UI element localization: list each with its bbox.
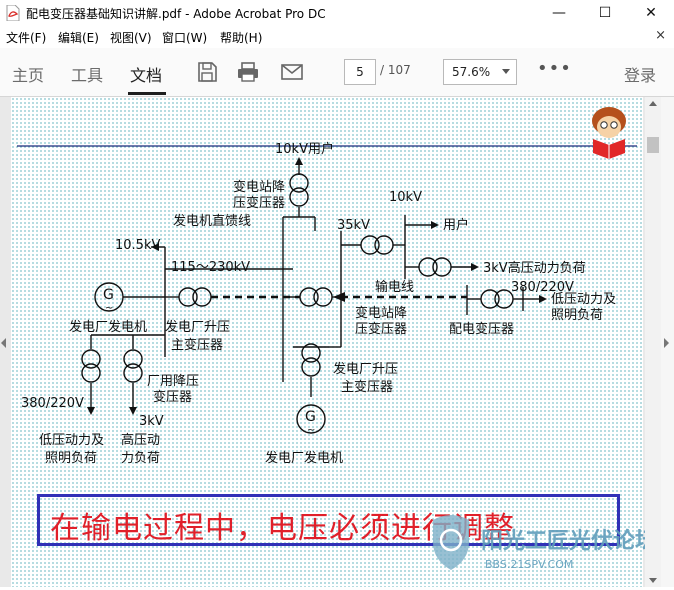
generator-label: G <box>103 287 114 303</box>
label-user: 用户 <box>443 217 469 233</box>
label-station-mid-2: 压变压器 <box>355 321 407 337</box>
zoom-select[interactable]: 57.6% <box>443 59 517 85</box>
label-10kv-user: 10kV用户 <box>275 141 334 157</box>
right-panel-toggle-icon[interactable] <box>664 338 669 348</box>
arrowhead <box>333 292 345 302</box>
sign-in-button[interactable]: 登录 <box>624 62 656 86</box>
reader-mascot-icon <box>592 107 626 159</box>
label-lv-load-right-2: 照明负荷 <box>551 308 603 323</box>
label-10-5kv: 10.5kV <box>115 238 160 253</box>
tab-home[interactable]: 主页 <box>12 62 44 86</box>
label-station-mid: 变电站降 <box>355 305 407 321</box>
label-3kv: 3kV <box>139 414 164 429</box>
label-hv-load-left-2: 力负荷 <box>121 451 160 466</box>
label-station: 变电站降 <box>233 179 285 195</box>
menu-file[interactable]: 文件(F) <box>6 29 46 46</box>
label-step-up-mid-2: 主变压器 <box>341 379 393 395</box>
transformer-winding <box>289 173 309 193</box>
label-lv-load-left: 低压动力及 <box>39 433 104 448</box>
label-hv-load-left: 高压动 <box>121 432 160 448</box>
label-transmission: 输电线 <box>375 279 414 295</box>
menu-help[interactable]: 帮助(H) <box>220 29 262 46</box>
maximize-button[interactable]: ☐ <box>582 0 628 26</box>
menu-window[interactable]: 窗口(W) <box>162 29 207 46</box>
label-feeder: 发电机直馈线 <box>173 213 251 229</box>
forum-watermark-logo: 阳光工匠光伏论坛 BBS.21SPV.COM <box>433 515 657 571</box>
label-35kv: 35kV <box>337 218 370 233</box>
label-distribution: 配电变压器 <box>449 321 514 337</box>
pdf-file-icon <box>6 5 20 21</box>
label-lv-load-left-2: 照明负荷 <box>45 451 97 466</box>
scroll-thumb[interactable] <box>647 137 659 153</box>
title-bar: 配电变压器基础知识讲解.pdf - Adobe Acrobat Pro DC —… <box>0 0 674 26</box>
page-total: / 107 <box>380 63 411 77</box>
menu-view[interactable]: 视图(V) <box>110 29 152 46</box>
menu-edit[interactable]: 编辑(E) <box>58 29 99 46</box>
svg-text:~: ~ <box>307 425 315 436</box>
menu-bar: 文件(F) 编辑(E) 视图(V) 窗口(W) 帮助(H) × <box>0 26 674 48</box>
vertical-scrollbar[interactable] <box>645 97 661 587</box>
main-toolbar: 主页 工具 文档 5 / 107 57.6% ••• 登录 <box>0 48 674 97</box>
more-tools-button[interactable]: ••• <box>537 58 572 79</box>
label-plant-gen: 发电厂发电机 <box>69 319 147 335</box>
label-aux-2: 变压器 <box>153 389 192 405</box>
minimize-button[interactable]: — <box>536 0 582 26</box>
close-window-button[interactable]: ✕ <box>628 0 674 26</box>
label-380-220-left: 380/220V <box>21 396 84 411</box>
tab-document[interactable]: 文档 <box>130 62 162 86</box>
watermark-title: 阳光工匠光伏论坛 <box>481 528 657 554</box>
label-10kv: 10kV <box>389 190 422 205</box>
generator-label: G <box>305 409 316 425</box>
svg-text:~: ~ <box>105 303 113 314</box>
label-aux: 厂用降压 <box>147 374 199 389</box>
label-lv-load-right: 低压动力及 <box>551 292 616 307</box>
email-icon[interactable] <box>280 60 304 84</box>
scroll-down-icon[interactable] <box>649 578 657 583</box>
window-title: 配电变压器基础知识讲解.pdf - Adobe Acrobat Pro DC <box>26 7 326 21</box>
chevron-down-icon <box>502 69 510 74</box>
label-station-2: 压变压器 <box>233 195 285 211</box>
transformer-winding <box>289 187 309 207</box>
label-step-up-left-2: 主变压器 <box>171 337 223 353</box>
scroll-up-icon[interactable] <box>649 101 657 106</box>
zoom-value: 57.6% <box>452 65 491 79</box>
tab-tools[interactable]: 工具 <box>71 62 103 86</box>
label-3kv-load: 3kV高压动力负荷 <box>483 260 586 276</box>
label-step-up-mid: 发电厂升压 <box>333 361 398 377</box>
label-step-up-left: 发电厂升压 <box>165 319 230 335</box>
active-tab-indicator <box>128 92 166 95</box>
label-115-230kv: 115～230kV <box>171 260 250 275</box>
watermark-url: BBS.21SPV.COM <box>485 558 573 571</box>
print-icon[interactable] <box>236 60 260 84</box>
save-icon[interactable] <box>195 60 219 84</box>
left-panel-toggle-icon[interactable] <box>1 338 6 348</box>
page-number-input[interactable]: 5 <box>344 59 376 85</box>
close-document-button[interactable]: × <box>655 28 666 43</box>
label-plant-gen-mid: 发电厂发电机 <box>265 450 343 466</box>
